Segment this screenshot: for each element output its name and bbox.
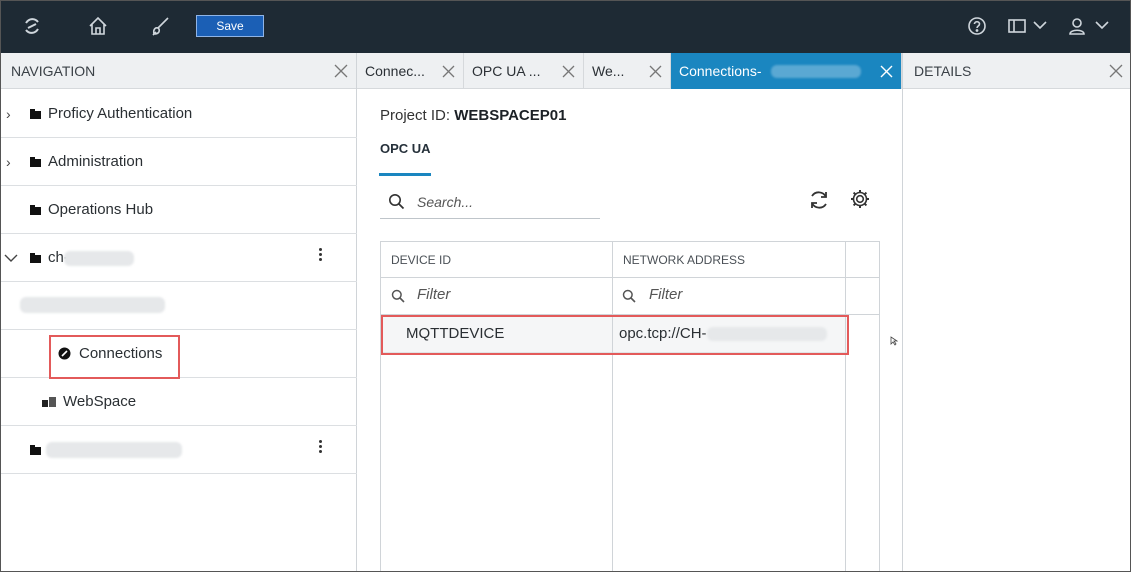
navigation-header: NAVIGATION: [0, 53, 356, 89]
column-header-device-id[interactable]: DEVICE ID: [391, 253, 451, 267]
column-divider[interactable]: [612, 242, 613, 571]
gear-icon[interactable]: [849, 188, 871, 210]
search-icon: [622, 289, 636, 303]
chevron-right-icon[interactable]: ›: [6, 106, 11, 122]
close-icon[interactable]: [880, 65, 893, 78]
chevron-right-icon[interactable]: ›: [6, 154, 11, 170]
project-id: Project ID: WEBSPACEP01: [380, 107, 566, 124]
navigation-title: NAVIGATION: [11, 62, 96, 79]
save-button[interactable]: Save: [196, 15, 264, 37]
search-input[interactable]: Search...: [417, 194, 473, 210]
layout-icon[interactable]: [1003, 12, 1031, 40]
search-icon: [391, 289, 405, 303]
tab-label: Connec...: [365, 63, 425, 79]
chevron-down-icon[interactable]: [1094, 17, 1110, 38]
folder-open-icon: [30, 445, 41, 455]
row-highlight: [381, 315, 849, 355]
close-icon[interactable]: [562, 65, 575, 78]
redacted-text: [771, 65, 861, 78]
nav-item-ch-project[interactable]: ch-: [0, 234, 357, 282]
brush-icon[interactable]: [146, 12, 174, 40]
user-icon[interactable]: [1063, 12, 1091, 40]
folder-open-icon: [30, 253, 41, 263]
redacted-text: [64, 251, 134, 266]
more-options-icon[interactable]: [316, 246, 324, 266]
tab-connections-1[interactable]: Connec...: [357, 53, 464, 89]
navigation-panel: NAVIGATION › Proficy Authentication › Ad…: [0, 53, 357, 572]
tab-connections-active[interactable]: Connections-: [671, 53, 902, 89]
details-header: DETAILS: [903, 53, 1131, 89]
folder-icon: [30, 109, 41, 119]
nav-item-label: Operations Hub: [48, 201, 154, 218]
column-header-network-address[interactable]: NETWORK ADDRESS: [623, 253, 745, 267]
redacted-text: [46, 442, 182, 458]
tab-label: Connections-: [679, 63, 762, 79]
close-icon[interactable]: [1109, 64, 1123, 78]
help-icon[interactable]: [963, 12, 991, 40]
home-icon[interactable]: [84, 12, 112, 40]
nav-item-label: Proficy Authentication: [48, 105, 193, 122]
cursor-icon: [890, 336, 898, 346]
connection-editor: Project ID: WEBSPACEP01 OPC UA Search...…: [357, 89, 902, 572]
connections-highlight: [49, 335, 180, 379]
top-bar: Save: [0, 0, 1131, 53]
webspace-icon: [42, 397, 56, 407]
nav-item-label: WebSpace: [63, 393, 137, 410]
project-id-label: Project ID:: [380, 107, 451, 124]
folder-icon: [30, 205, 41, 215]
filter-row: Filter Filter: [381, 278, 879, 315]
more-options-icon[interactable]: [316, 438, 324, 458]
search-icon: [389, 194, 405, 210]
network-address-filter[interactable]: Filter: [649, 286, 682, 303]
nav-item-proficy-authentication[interactable]: › Proficy Authentication: [0, 90, 357, 138]
chevron-down-icon[interactable]: [4, 254, 18, 263]
nav-item-webspace[interactable]: WebSpace: [0, 378, 357, 426]
tab-label: OPC UA ...: [472, 63, 541, 79]
tab-label: We...: [592, 63, 625, 79]
folder-icon: [30, 157, 41, 167]
devices-grid: DEVICE ID NETWORK ADDRESS Filter Filter …: [380, 241, 880, 572]
tab-opc-ua[interactable]: OPC UA ...: [464, 53, 584, 89]
close-icon[interactable]: [334, 64, 348, 78]
project-id-value: WEBSPACEP01: [454, 107, 567, 124]
subtab-opc-ua[interactable]: OPC UA: [380, 141, 431, 156]
nav-item-webspace-project[interactable]: [0, 282, 357, 330]
nav-item-operations-hub[interactable]: Operations Hub: [0, 186, 357, 234]
chevron-down-icon[interactable]: [1032, 17, 1048, 38]
subtab-indicator: [379, 173, 431, 176]
refresh-icon[interactable]: [807, 188, 831, 212]
tab-webspace[interactable]: We...: [584, 53, 671, 89]
details-title: DETAILS: [914, 62, 972, 79]
app-logo-icon[interactable]: [18, 12, 46, 40]
nav-item-mqtt-project[interactable]: [0, 426, 357, 474]
column-divider[interactable]: [845, 242, 846, 571]
nav-item-administration[interactable]: › Administration: [0, 138, 357, 186]
close-icon[interactable]: [442, 65, 455, 78]
nav-item-label: Administration: [48, 153, 144, 170]
device-id-filter[interactable]: Filter: [417, 286, 450, 303]
redacted-text: [20, 297, 165, 313]
search-field[interactable]: Search...: [380, 185, 600, 219]
close-icon[interactable]: [649, 65, 662, 78]
details-panel: DETAILS: [902, 53, 1131, 572]
tab-bar: Connec... OPC UA ... We... Connections-: [357, 53, 902, 89]
grid-header: DEVICE ID NETWORK ADDRESS: [381, 242, 879, 278]
